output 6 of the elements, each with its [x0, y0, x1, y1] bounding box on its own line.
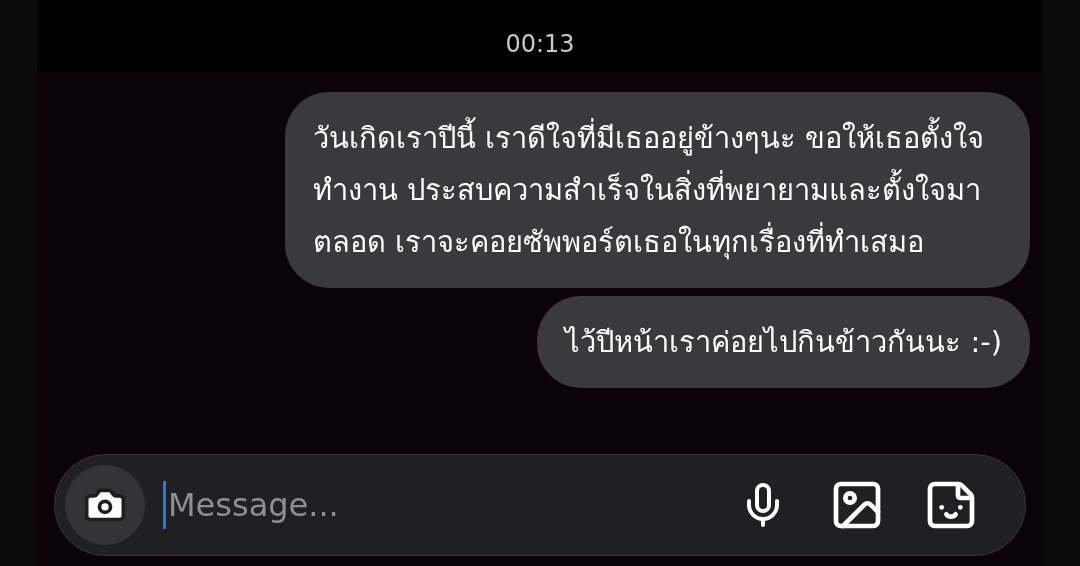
timestamp: 00:13	[505, 29, 575, 60]
message-composer[interactable]: Message...	[54, 454, 1026, 556]
message-bubble: ไว้ปีหน้าเราค่อยไปกินข้าวกันนะ :-)	[537, 296, 1030, 388]
message-bubble: วันเกิดเราปีนี้ เราดีใจที่มีเธออยู่ข้างๆนะ ขอให้เธอตั้งใจทำงาน ประสบความสำเร็จในสิ่งที่พยายามและตั้งใจมาตลอด เราจะคอยซัพพอร์ตเธอในทุกเรื่องที่ทำเสมอ	[285, 92, 1030, 288]
camera-button[interactable]	[65, 465, 145, 545]
message-input[interactable]: Message...	[168, 481, 739, 529]
